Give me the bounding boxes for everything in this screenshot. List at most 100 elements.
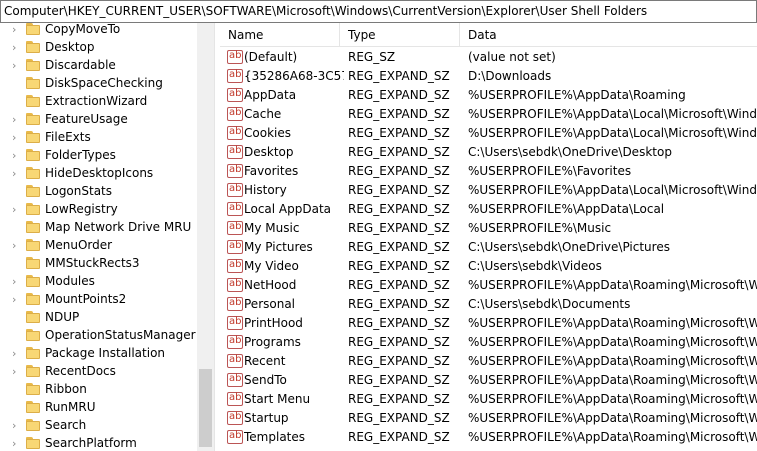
value-row[interactable]: ab NetHood REG_EXPAND_SZ %USERPROFILE%\AppD… bbox=[220, 276, 757, 295]
chevron-right-icon[interactable]: › bbox=[12, 131, 20, 145]
tree-item[interactable]: › FeatureUsage bbox=[0, 111, 197, 129]
chevron-right-icon[interactable]: › bbox=[12, 365, 20, 379]
tree-item[interactable]: › MenuOrder bbox=[0, 237, 197, 255]
value-row[interactable]: ab Favorites REG_EXPAND_SZ %USERPROFILE%\Fa… bbox=[220, 162, 757, 181]
value-row[interactable]: ab My Pictures REG_EXPAND_SZ C:\Users\sebdk… bbox=[220, 238, 757, 257]
chevron-right-icon[interactable]: › bbox=[12, 275, 20, 289]
chevron-right-icon[interactable]: › bbox=[12, 23, 20, 37]
tree-item[interactable]: MMStuckRects3 bbox=[0, 255, 197, 273]
folder-icon bbox=[26, 221, 40, 233]
column-name-header[interactable]: Name bbox=[220, 23, 340, 47]
registry-key-tree[interactable]: › CopyMoveTo › Desktop › Discardable DiskSpace… bbox=[0, 23, 214, 451]
value-name: My Video bbox=[244, 259, 299, 273]
value-row[interactable]: ab AppData REG_EXPAND_SZ %USERPROFILE%\AppD… bbox=[220, 86, 757, 105]
value-data: %USERPROFILE%\AppData\Roaming\Microsoft\… bbox=[468, 354, 757, 368]
value-data: %USERPROFILE%\AppData\Roaming\Microsoft\… bbox=[468, 392, 757, 406]
values-list[interactable]: Name Type Data ab (Default) REG_SZ (value n… bbox=[220, 23, 757, 451]
tree-item-label: MMStuckRects3 bbox=[45, 256, 140, 270]
value-type: REG_EXPAND_SZ bbox=[348, 240, 450, 254]
value-row[interactable]: ab History REG_EXPAND_SZ %USERPROFILE%\AppD… bbox=[220, 181, 757, 200]
tree-item[interactable]: RunMRU bbox=[0, 399, 197, 417]
chevron-right-icon[interactable]: › bbox=[12, 149, 20, 163]
value-row[interactable]: ab Programs REG_EXPAND_SZ %USERPROFILE%\App… bbox=[220, 333, 757, 352]
tree-item[interactable]: Ribbon bbox=[0, 381, 197, 399]
address-bar[interactable]: Computer\HKEY_CURRENT_USER\SOFTWARE\Micr… bbox=[0, 0, 757, 23]
value-row[interactable]: ab My Video REG_EXPAND_SZ C:\Users\sebdk\Vi… bbox=[220, 257, 757, 276]
tree-item[interactable]: DiskSpaceChecking bbox=[0, 75, 197, 93]
tree-item-label: Map Network Drive MRU bbox=[45, 220, 192, 234]
chevron-right-icon[interactable]: › bbox=[12, 347, 20, 361]
registry-string-icon: ab bbox=[227, 297, 243, 311]
value-row[interactable]: ab Startup REG_EXPAND_SZ %USERPROFILE%\AppD… bbox=[220, 409, 757, 428]
value-row[interactable]: ab Desktop REG_EXPAND_SZ C:\Users\sebdk\One… bbox=[220, 143, 757, 162]
chevron-right-icon[interactable]: › bbox=[12, 419, 20, 433]
registry-string-icon: ab bbox=[227, 221, 243, 235]
chevron-right-icon[interactable]: › bbox=[12, 437, 20, 451]
value-row[interactable]: ab{35286A68-3C57... REG_EXPAND_SZ D:\Downl… bbox=[220, 67, 757, 86]
value-row[interactable]: ab Recent REG_EXPAND_SZ %USERPROFILE%\AppDa… bbox=[220, 352, 757, 371]
tree-item[interactable]: › HideDesktopIcons bbox=[0, 165, 197, 183]
folder-icon bbox=[26, 257, 40, 269]
value-data: %USERPROFILE%\Music bbox=[468, 221, 612, 235]
folder-icon bbox=[26, 167, 40, 179]
folder-icon bbox=[26, 203, 40, 215]
tree-item[interactable]: › CopyMoveTo bbox=[0, 23, 197, 39]
chevron-right-icon[interactable]: › bbox=[12, 41, 20, 55]
value-row[interactable]: ab PrintHood REG_EXPAND_SZ %USERPROFILE%\Ap… bbox=[220, 314, 757, 333]
folder-icon bbox=[26, 59, 40, 71]
tree-item[interactable]: › LowRegistry bbox=[0, 201, 197, 219]
value-row[interactable]: ab Templates REG_EXPAND_SZ %USERPROFILE%\Ap… bbox=[220, 428, 757, 447]
value-data: %USERPROFILE%\AppData\Roaming\Microsoft\… bbox=[468, 411, 757, 425]
value-type: REG_EXPAND_SZ bbox=[348, 88, 450, 102]
chevron-right-icon[interactable]: › bbox=[12, 59, 20, 73]
folder-icon bbox=[26, 239, 40, 251]
column-type-header[interactable]: Type bbox=[340, 23, 460, 47]
value-row[interactable]: ab My Music REG_EXPAND_SZ %USERPROFILE%\Mus… bbox=[220, 219, 757, 238]
value-row[interactable]: ab (Default) REG_SZ (value not set) bbox=[220, 48, 757, 67]
value-row[interactable]: ab Cache REG_EXPAND_SZ %USERPROFILE%\AppDat… bbox=[220, 105, 757, 124]
column-data-header[interactable]: Data bbox=[460, 23, 757, 47]
tree-item[interactable]: OperationStatusManager bbox=[0, 327, 197, 345]
value-row[interactable]: ab Start Menu REG_EXPAND_SZ %USERPROFILE%\A… bbox=[220, 390, 757, 409]
registry-string-icon: ab bbox=[227, 202, 243, 216]
chevron-right-icon[interactable]: › bbox=[12, 113, 20, 127]
chevron-right-icon[interactable]: › bbox=[12, 239, 20, 253]
tree-item[interactable]: › Desktop bbox=[0, 39, 197, 57]
tree-item[interactable]: › SearchPlatform bbox=[0, 435, 197, 451]
value-row[interactable]: ab SendTo REG_EXPAND_SZ %USERPROFILE%\AppDa… bbox=[220, 371, 757, 390]
tree-item[interactable]: NDUP bbox=[0, 309, 197, 327]
tree-item[interactable]: › FolderTypes bbox=[0, 147, 197, 165]
chevron-right-icon[interactable]: › bbox=[12, 167, 20, 181]
registry-string-icon: ab bbox=[227, 164, 243, 178]
value-row[interactable]: ab Cookies REG_EXPAND_SZ %USERPROFILE%\AppD… bbox=[220, 124, 757, 143]
tree-item[interactable]: › MountPoints2 bbox=[0, 291, 197, 309]
folder-icon bbox=[26, 419, 40, 431]
tree-item[interactable]: › RecentDocs bbox=[0, 363, 197, 381]
column-name-label: Name bbox=[228, 28, 264, 42]
tree-item[interactable]: › Discardable bbox=[0, 57, 197, 75]
value-type: REG_EXPAND_SZ bbox=[348, 297, 450, 311]
folder-icon bbox=[26, 365, 40, 377]
tree-item[interactable]: › FileExts bbox=[0, 129, 197, 147]
tree-item[interactable]: › Search bbox=[0, 417, 197, 435]
value-data: (value not set) bbox=[468, 50, 556, 64]
tree-scrollbar-thumb[interactable] bbox=[199, 369, 212, 447]
chevron-right-icon[interactable]: › bbox=[12, 203, 20, 217]
tree-item[interactable]: ExtractionWizard bbox=[0, 93, 197, 111]
value-type: REG_EXPAND_SZ bbox=[348, 373, 450, 387]
tree-item[interactable]: › Modules bbox=[0, 273, 197, 291]
chevron-right-icon[interactable]: › bbox=[12, 293, 20, 307]
value-row[interactable]: ab Local AppData REG_EXPAND_SZ %USERPROFILE… bbox=[220, 200, 757, 219]
tree-item[interactable]: › Package Installation bbox=[0, 345, 197, 363]
tree-item[interactable]: LogonStats bbox=[0, 183, 197, 201]
registry-string-icon: ab bbox=[227, 145, 243, 159]
tree-item-label: NDUP bbox=[45, 310, 80, 324]
value-type: REG_EXPAND_SZ bbox=[348, 107, 450, 121]
value-type: REG_EXPAND_SZ bbox=[348, 411, 450, 425]
value-data: C:\Users\sebdk\OneDrive\Desktop bbox=[468, 145, 672, 159]
value-data: C:\Users\sebdk\OneDrive\Pictures bbox=[468, 240, 670, 254]
value-row[interactable]: ab Personal REG_EXPAND_SZ C:\Users\sebdk\Do… bbox=[220, 295, 757, 314]
tree-vertical-scrollbar[interactable] bbox=[197, 23, 214, 451]
tree-item[interactable]: Map Network Drive MRU bbox=[0, 219, 197, 237]
folder-icon bbox=[26, 23, 40, 35]
